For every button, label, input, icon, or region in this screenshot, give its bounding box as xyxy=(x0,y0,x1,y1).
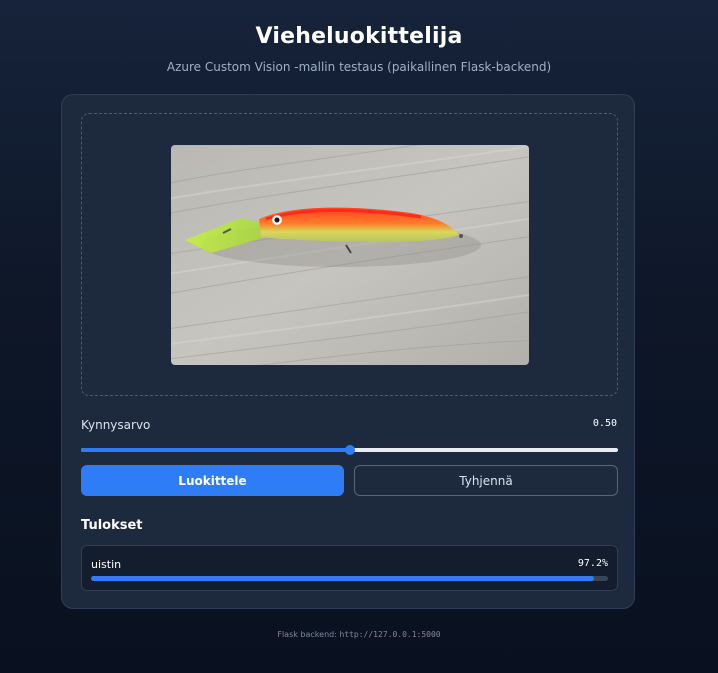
results-heading: Tulokset xyxy=(81,518,143,533)
page: Vieheluokittelija Azure Custom Vision -m… xyxy=(0,0,718,673)
page-title: Vieheluokittelija xyxy=(255,24,463,49)
footer-url: http://127.0.0.1:5000 xyxy=(339,630,441,639)
classifier-card: Kynnysarvo 0.50 Luokittele Tyhjennä Tulo… xyxy=(61,94,635,609)
fishing-lure-photo-icon xyxy=(171,145,529,365)
footer-label: Flask backend: xyxy=(277,630,337,639)
slider-thumb[interactable] xyxy=(344,445,355,455)
result-item: uistin 97.2% xyxy=(81,545,618,591)
classify-button[interactable]: Luokittele xyxy=(81,465,344,496)
threshold-value: 0.50 xyxy=(592,418,617,429)
slider-fill xyxy=(81,448,350,452)
threshold-label: Kynnysarvo xyxy=(81,418,151,432)
result-probability-bar xyxy=(91,576,608,581)
threshold-slider[interactable] xyxy=(81,445,618,455)
clear-button[interactable]: Tyhjennä xyxy=(354,465,618,496)
image-dropzone[interactable] xyxy=(81,113,618,396)
page-subtitle: Azure Custom Vision -mallin testaus (pai… xyxy=(166,60,552,74)
result-label: uistin xyxy=(91,558,122,571)
result-probability: 97.2% xyxy=(577,558,608,569)
result-probability-fill xyxy=(91,576,594,581)
footer: Flask backend: http://127.0.0.1:5000 xyxy=(0,630,718,639)
image-preview xyxy=(171,145,529,365)
